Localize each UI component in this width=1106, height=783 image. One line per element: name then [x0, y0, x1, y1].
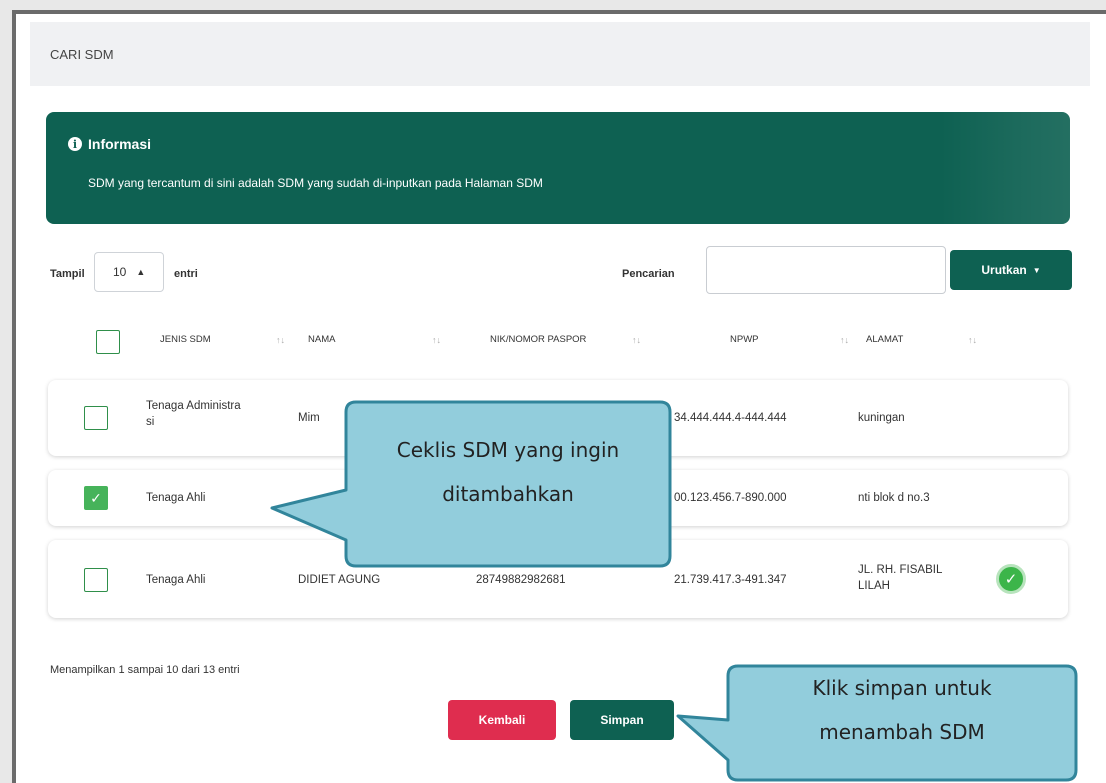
header-jenis-sdm[interactable]: JENIS SDM	[160, 334, 211, 345]
save-button[interactable]: Simpan	[570, 700, 674, 740]
row-alamat: nti blok d no.3	[858, 492, 930, 504]
entries-label: entri	[174, 268, 198, 280]
pagination-summary: Menampilkan 1 sampai 10 dari 13 entri	[50, 664, 240, 676]
info-decoration	[940, 112, 1070, 224]
table-row: Tenaga Ahli DIDIET AGUNG 28749882982681 …	[48, 540, 1068, 618]
sort-button-label: Urutkan	[981, 263, 1027, 277]
row-npwp: 34.444.444.4-444.444	[674, 412, 787, 424]
row-alamat: kuningan	[858, 412, 905, 424]
header-npwp[interactable]: NPWP	[730, 334, 759, 345]
info-title-text: Informasi	[88, 136, 152, 152]
info-icon: i	[68, 137, 82, 151]
search-header: CARI SDM	[30, 22, 1090, 86]
entries-select-value: 10	[113, 265, 127, 279]
show-label: Tampil	[50, 268, 85, 280]
select-all-checkbox[interactable]	[96, 330, 120, 354]
row-jenis-sdm: Tenaga Administra si	[146, 400, 241, 428]
table-header: JENIS SDM ↑↓ NAMA ↑↓ NIK/NOMOR PASPOR ↑↓…	[46, 322, 1070, 362]
search-input[interactable]	[706, 246, 946, 294]
check-icon: ✓	[90, 489, 102, 506]
header-nama[interactable]: NAMA	[308, 334, 335, 345]
entries-select[interactable]: 10 ▲︎	[94, 252, 164, 292]
row-nama: DIDIET AGUNG	[298, 574, 381, 586]
row-jenis-sdm: Tenaga Ahli	[146, 574, 206, 586]
info-panel: i Informasi SDM yang tercantum di sini a…	[46, 112, 1070, 224]
search-label: Pencarian	[622, 268, 675, 280]
row-npwp: 21.739.417.3-491.347	[674, 574, 787, 586]
row-nik: 28749882982681	[476, 574, 566, 586]
row-checkbox[interactable]	[84, 568, 108, 592]
select-arrows-icon: ▲︎	[136, 267, 146, 277]
back-button[interactable]: Kembali	[448, 700, 556, 740]
info-text: SDM yang tercantum di sini adalah SDM ya…	[88, 176, 543, 190]
row-jenis-sdm: Tenaga Ahli	[146, 492, 206, 504]
row-checkbox[interactable]: ✓	[84, 486, 108, 510]
info-title: i Informasi	[68, 136, 151, 152]
sort-icon: ↑↓	[968, 335, 977, 345]
row-nama: Mim	[298, 412, 320, 424]
header-nik[interactable]: NIK/NOMOR PASPOR	[490, 334, 586, 345]
sort-icon: ↑↓	[276, 335, 285, 345]
row-checkbox[interactable]	[84, 406, 108, 430]
sort-button[interactable]: Urutkan ▼	[950, 250, 1072, 290]
caret-down-icon: ▼	[1032, 265, 1041, 275]
sort-icon: ↑↓	[840, 335, 849, 345]
callout-select-text: Ceklis SDM yang ingin ditambahkan	[396, 438, 620, 506]
row-npwp: 00.123.456.7-890.000	[674, 492, 787, 504]
search-header-title: CARI SDM	[50, 47, 114, 62]
header-alamat[interactable]: ALAMAT	[866, 334, 903, 345]
sort-icon: ↑↓	[432, 335, 441, 345]
callout-save-text: Klik simpan untuk menambah SDM	[812, 676, 992, 744]
row-alamat: JL. RH. FISABIL LILAH	[858, 564, 943, 592]
verified-badge-icon: ✓	[996, 564, 1026, 594]
sort-icon: ↑↓	[632, 335, 641, 345]
